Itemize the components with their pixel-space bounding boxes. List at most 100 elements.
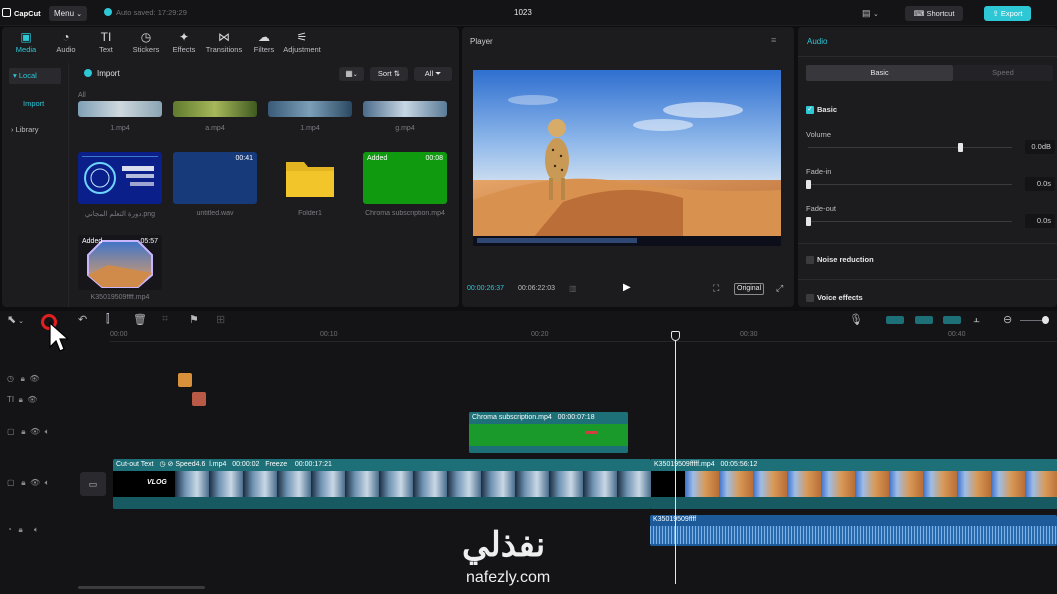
fadein-slider-handle[interactable] [806,180,811,189]
fadeout-slider-handle[interactable] [806,217,811,226]
tab-filters[interactable]: ☁ Filters [246,30,282,54]
tab-text[interactable]: TI Text [88,30,124,54]
expand-icon[interactable]: ⤢ [776,283,783,294]
tab-audio[interactable]: ◔ Audio [48,30,84,54]
media-thumb-image[interactable] [78,152,162,204]
media-name: g.mp4 [395,125,415,132]
import-button[interactable]: Import [84,69,120,78]
freeze-icon[interactable]: ⊞ [216,313,225,326]
media-thumb-folder[interactable] [268,152,352,204]
main-clip-header: Cut-out Text ◷ ⊘ Speed4.6 l.mp4 00:00:02… [113,459,651,471]
undo-icon[interactable]: ↶ [78,313,87,326]
filter-button[interactable]: All ⏷ [414,67,452,81]
view-grid-button[interactable]: ▦⌄ [339,67,364,81]
tab-adjustment[interactable]: ⚟ Adjustment [280,30,324,54]
magnet-snap-icon[interactable] [915,316,933,324]
video-preview[interactable] [473,70,781,246]
timeline-scrollbar[interactable] [78,586,205,589]
microphone-icon[interactable]: 🎙 [849,313,863,326]
audio-clip[interactable]: K35019509ffff [650,515,1057,546]
marker-flag-icon[interactable]: ⚑ [189,313,199,326]
project-title[interactable]: 1023 [514,8,532,17]
fadein-value[interactable]: 0.0s [1025,177,1055,191]
divider [798,279,1057,280]
eye-icon[interactable]: 👁 [30,427,40,436]
noise-reduction-checkbox[interactable] [806,256,814,264]
media-thumb-chroma[interactable]: Added 00:08 [363,152,447,204]
fullscreen-target-icon[interactable]: ⛶ [713,283,719,294]
speaker-icon[interactable]: 🔈︎ [45,427,50,436]
tab-effects[interactable]: ✦ Effects [166,30,202,54]
media-thumb[interactable] [268,101,352,117]
select-tool-icon[interactable]: ⬉ ⌄ [7,313,24,326]
media-thumb[interactable] [363,101,447,117]
eye-icon[interactable]: 👁 [27,395,37,404]
tab-basic[interactable]: Basic [806,65,953,81]
volume-value[interactable]: 0.0dB [1025,140,1055,154]
media-thumb-audio[interactable]: 00:41 [173,152,257,204]
lock-icon[interactable]: 🔒︎ [19,525,23,534]
lock-icon[interactable]: 🔒︎ [21,478,25,487]
tab-transitions[interactable]: ⋈ Transitions [202,30,246,54]
tab-speed[interactable]: Speed [953,65,1053,81]
linkage-icon[interactable] [943,316,961,324]
tab-adjustment-label: Adjustment [283,45,321,54]
hamburger-icon[interactable]: ≡ [771,35,776,45]
zoom-out-icon[interactable]: ⊖ [1003,313,1012,326]
layout-icon[interactable]: ▤ ⌄ [862,8,879,19]
filter-label: All [424,69,434,78]
sidebar-item-import[interactable]: Import [23,99,44,108]
lock-icon[interactable]: 🔒︎ [21,374,25,383]
ratio-original-button[interactable]: Original [734,283,765,295]
voice-effects-checkbox[interactable] [806,294,814,302]
volume-slider-track[interactable] [808,147,1012,148]
sticker-clip[interactable] [178,373,192,387]
speaker-icon[interactable]: 🔈︎ [34,525,39,534]
cheetah-clip[interactable]: K35019509fffff.mp4 00:05:56:12 [651,459,1057,509]
timeline-icon[interactable]: ▥ [569,284,577,293]
menu-button[interactable]: Menu ⌄ [49,6,87,21]
export-button[interactable]: ⇪ Export [984,6,1031,21]
tab-media[interactable]: ▣ Media [8,30,44,54]
eye-icon[interactable]: 👁 [30,478,40,487]
playhead[interactable] [675,332,676,584]
sidebar-item-local[interactable]: ▾ Local [9,68,61,84]
fadeout-value[interactable]: 0.0s [1025,214,1055,228]
sidebar-item-library[interactable]: › Library [11,125,39,134]
lock-icon[interactable]: 🔒︎ [21,427,25,436]
fadein-slider-track[interactable] [808,184,1012,185]
zoom-slider-handle[interactable] [1042,316,1049,324]
import-label: Import [97,69,120,78]
crop-icon[interactable]: ⌗ [162,313,168,326]
media-thumb-video[interactable]: Added 05:57 [78,235,162,290]
time-ruler[interactable]: 00:00 00:10 00:20 00:30 00:40 [110,330,1057,342]
tab-stickers[interactable]: ◷ Stickers [128,30,164,54]
cover-button[interactable]: ▭ [80,472,106,496]
delete-icon[interactable]: 🗑 [133,313,147,326]
main-clip[interactable]: Cut-out Text ◷ ⊘ Speed4.6 l.mp4 00:00:02… [113,459,651,509]
text-clip[interactable] [192,392,206,406]
media-thumb[interactable] [173,101,257,117]
playhead-handle[interactable] [671,331,680,341]
media-thumb[interactable] [78,101,162,117]
basic-label: Basic [817,105,838,114]
fadeout-slider-track[interactable] [808,221,1012,222]
speaker-icon[interactable]: 🔈︎ [45,478,50,487]
text-icon: TI [100,30,112,44]
play-icon[interactable]: ▶ [623,282,631,293]
basic-checkbox[interactable]: ✓ [806,106,814,114]
tab-audio-label: Audio [56,45,76,54]
ruler-tick-label: 00:30 [740,331,758,338]
volume-slider-handle[interactable] [958,143,963,152]
main-clip-audio-strip [113,497,651,509]
cheetah-desert-scene [473,70,781,246]
media-name: Folder1 [298,210,322,217]
link-main-track-icon[interactable] [886,316,904,324]
eye-icon[interactable]: 👁 [29,374,39,383]
preview-axis-icon[interactable]: ⫠ [973,313,980,326]
lock-icon[interactable]: 🔒︎ [19,395,23,404]
chroma-clip[interactable]: Chroma subscription.mp4 00:00:07:18 [469,412,628,453]
split-icon[interactable]: ⫿ [106,313,110,326]
sort-button[interactable]: Sort ⇅ [370,67,408,81]
shortcut-button[interactable]: ⌨ Shortcut [905,6,963,21]
